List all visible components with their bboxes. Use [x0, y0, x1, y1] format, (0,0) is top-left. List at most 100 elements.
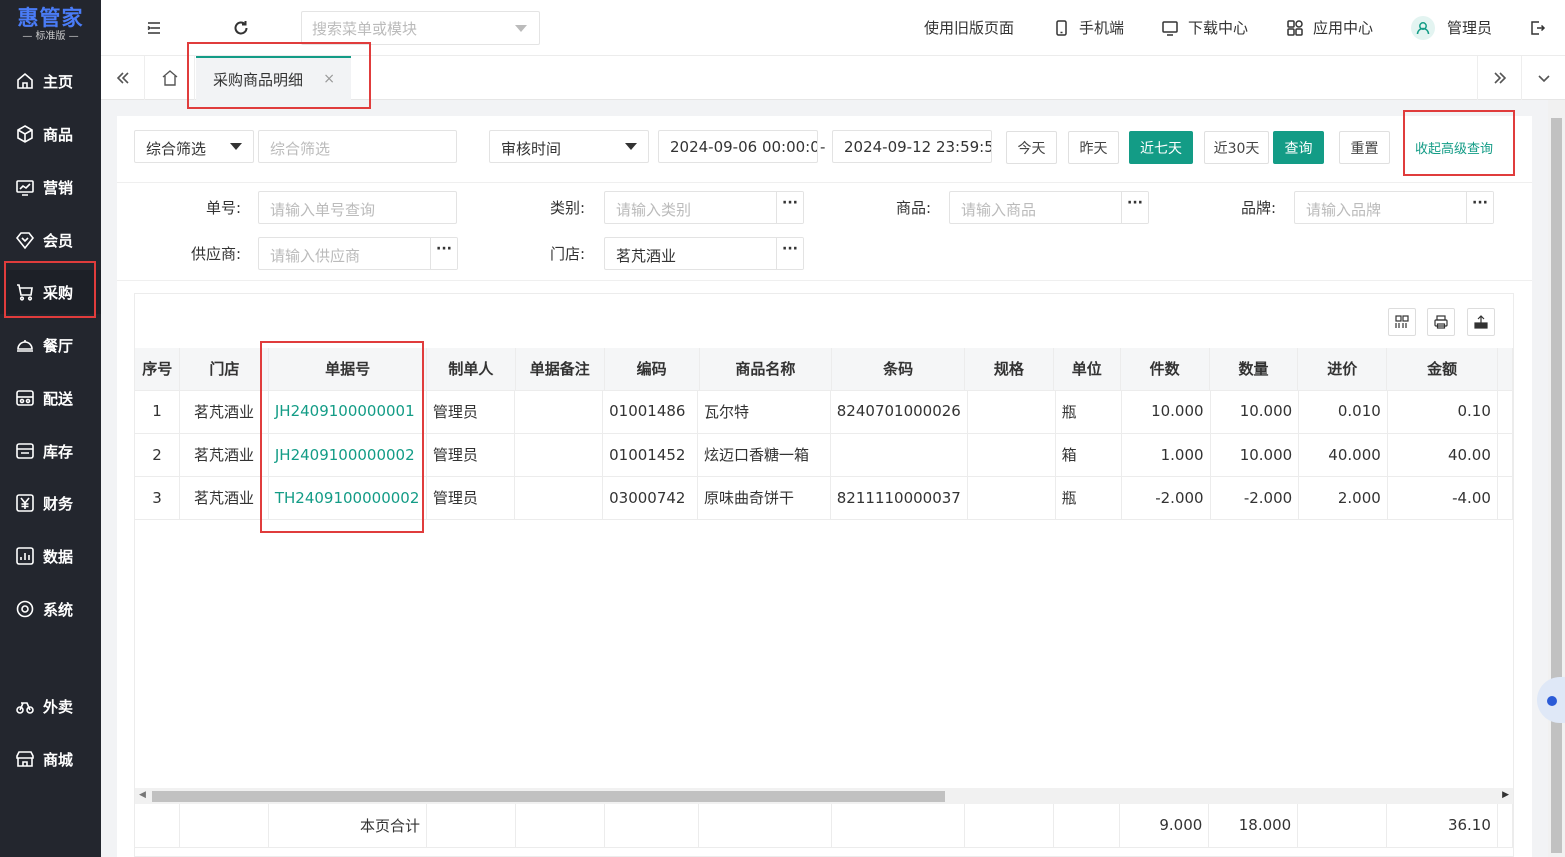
cell-creator: 管理员 — [426, 476, 516, 520]
sidebar-item-mall[interactable]: 商城 — [0, 737, 101, 781]
column-header[interactable]: 单据号 — [268, 348, 427, 391]
tab-home[interactable] — [145, 56, 195, 100]
sidebar-item-system[interactable]: 系统 — [0, 587, 101, 631]
today-button[interactable]: 今天 — [1006, 131, 1057, 164]
table-row[interactable]: 3 茗芃酒业 TH2409100000002 管理员 03000742 原味曲奇… — [135, 476, 1514, 520]
sidebar-item-marketing[interactable]: 营销 — [0, 165, 101, 209]
horizontal-scrollbar[interactable]: ◀ ▶ — [135, 788, 1513, 804]
column-header[interactable]: 数量 — [1209, 348, 1299, 391]
chevron-down-icon — [230, 143, 242, 150]
refresh-button[interactable] — [232, 0, 259, 55]
column-header[interactable]: 金额 — [1386, 348, 1498, 391]
columns-button[interactable] — [1388, 308, 1416, 336]
query-button[interactable]: 查询 — [1273, 131, 1324, 164]
table-header: 序号 门店 单据号 制单人 单据备注 编码 商品名称 条码 规格 单位 件数 数… — [135, 348, 1514, 391]
column-header[interactable]: 商品名称 — [699, 348, 833, 391]
cell-store: 茗芃酒业 — [179, 476, 269, 520]
table-row[interactable]: 1 茗芃酒业 JH2409100000001 管理员 01001486 瓦尔特 … — [135, 390, 1514, 434]
menu-toggle-button[interactable] — [145, 0, 172, 55]
brand-input[interactable]: 请输入品牌 ··· — [1294, 191, 1494, 224]
scroll-right-arrow-icon[interactable]: ▶ — [1502, 790, 1509, 800]
column-header[interactable]: 编码 — [604, 348, 700, 391]
column-header[interactable]: 规格 — [964, 348, 1054, 391]
sidebar-item-member[interactable]: 会员 — [0, 218, 101, 262]
total-amount: 36.10 — [1386, 804, 1498, 848]
collapse-advanced-query-link[interactable]: 收起高级查询 — [1415, 138, 1493, 157]
vertical-scrollbar[interactable] — [1548, 100, 1565, 857]
combo-filter-input[interactable]: 综合筛选 — [258, 130, 457, 163]
date-start-input[interactable]: 2024-09-06 00:00:00 — [658, 130, 818, 163]
cell-goods-name: 炫迈口香糖一箱 — [697, 433, 831, 477]
export-button[interactable] — [1467, 308, 1495, 336]
data-icon — [16, 547, 34, 565]
scroll-left-arrow-icon[interactable]: ◀ — [139, 790, 146, 800]
supplier-input[interactable]: 请输入供应商 ··· — [258, 237, 458, 270]
scrollbar-thumb[interactable] — [1551, 118, 1562, 853]
column-header[interactable]: 条码 — [831, 348, 965, 391]
reset-button[interactable]: 重置 — [1339, 131, 1390, 164]
sidebar-item-home[interactable]: 主页 — [0, 59, 101, 103]
mobile-link[interactable]: 手机端 — [1052, 0, 1124, 55]
sidebar-item-label: 主页 — [43, 72, 74, 91]
refresh-icon — [234, 20, 248, 34]
more-icon[interactable]: ··· — [1466, 192, 1493, 223]
diamond-icon — [15, 232, 35, 250]
last-7-days-button[interactable]: 近七天 — [1129, 131, 1193, 164]
more-icon[interactable]: ··· — [1121, 192, 1148, 223]
close-icon[interactable]: × — [323, 71, 335, 87]
sidebar-item-goods[interactable]: 商品 — [0, 112, 101, 156]
export-icon — [1474, 315, 1488, 329]
tab-purchase-detail[interactable]: 采购商品明细 × — [196, 56, 351, 100]
tab-menu-button[interactable] — [1521, 56, 1565, 100]
more-icon[interactable]: ··· — [776, 192, 803, 223]
more-icon[interactable]: ··· — [430, 238, 457, 269]
yesterday-button[interactable]: 昨天 — [1068, 131, 1119, 164]
combo-filter-select[interactable]: 综合筛选 — [134, 130, 254, 163]
column-header[interactable]: 制单人 — [426, 348, 516, 391]
column-header[interactable]: 单位 — [1053, 348, 1121, 391]
column-header[interactable]: 件数 — [1120, 348, 1210, 391]
scrollbar-thumb[interactable] — [152, 791, 945, 802]
sidebar-item-label: 采购 — [43, 283, 74, 302]
user-menu[interactable]: 管理员 — [1411, 0, 1492, 55]
last-30-days-button[interactable]: 近30天 — [1204, 131, 1269, 164]
order-no-input[interactable]: 请输入单号查询 — [258, 191, 457, 224]
cell-unit: 瓶 — [1055, 390, 1122, 434]
goods-label: 商品: — [895, 199, 931, 217]
cell-order-no-link[interactable]: JH2409100000002 — [268, 433, 427, 477]
store-input[interactable]: 茗芃酒业 ··· — [604, 237, 804, 270]
cell-remark — [514, 390, 604, 434]
column-header[interactable]: 门店 — [179, 348, 270, 391]
sidebar-item-restaurant[interactable]: 餐厅 — [0, 323, 101, 367]
cell-index: 3 — [135, 476, 181, 520]
sidebar-item-finance[interactable]: 财务 — [0, 481, 101, 525]
goods-input[interactable]: 请输入商品 ··· — [949, 191, 1149, 224]
sidebar-item-purchase[interactable]: 采购 — [0, 270, 101, 314]
logout-button[interactable] — [1528, 0, 1555, 55]
tab-scroll-left-button[interactable] — [101, 56, 145, 100]
app-center-link[interactable]: 应用中心 — [1286, 0, 1373, 55]
sidebar-item-data[interactable]: 数据 — [0, 534, 101, 578]
tab-bar: 采购商品明细 × — [101, 55, 1565, 100]
download-center-link[interactable]: 下载中心 — [1161, 0, 1248, 55]
sidebar-item-takeout[interactable]: 外卖 — [0, 684, 101, 728]
assistant-float-button[interactable] — [1537, 677, 1565, 723]
sidebar-item-label: 数据 — [43, 547, 74, 566]
column-header[interactable]: 序号 — [135, 348, 181, 391]
old-version-link[interactable]: 使用旧版页面 — [924, 0, 1014, 55]
tab-scroll-right-button[interactable] — [1477, 56, 1521, 100]
chart-icon — [16, 180, 34, 196]
column-header[interactable]: 单据备注 — [515, 348, 605, 391]
sidebar-item-delivery[interactable]: 配送 — [0, 376, 101, 420]
date-end-input[interactable]: 2024-09-12 23:59:59 — [832, 130, 992, 163]
time-type-select[interactable]: 审核时间 — [489, 130, 649, 163]
menu-search-input[interactable]: 搜索菜单或模块 — [301, 11, 540, 45]
column-header[interactable]: 进价 — [1297, 348, 1388, 391]
print-button[interactable] — [1427, 308, 1455, 336]
category-input[interactable]: 请输入类别 ··· — [604, 191, 804, 224]
cell-order-no-link[interactable]: JH2409100000001 — [268, 390, 427, 434]
sidebar-item-inventory[interactable]: 库存 — [0, 429, 101, 473]
cell-order-no-link[interactable]: TH2409100000002 — [268, 476, 427, 520]
table-row[interactable]: 2 茗芃酒业 JH2409100000002 管理员 01001452 炫迈口香… — [135, 433, 1514, 477]
more-icon[interactable]: ··· — [776, 238, 803, 269]
